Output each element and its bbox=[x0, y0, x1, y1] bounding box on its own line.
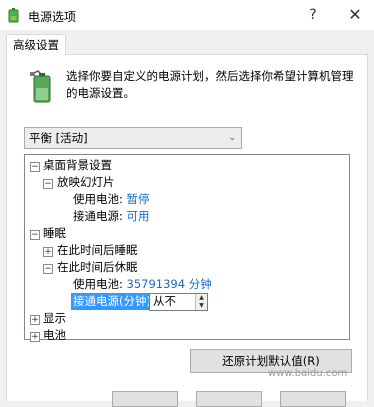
watermark: www.baidu.com bbox=[268, 368, 348, 379]
spinner-down-icon[interactable]: ▼ bbox=[195, 302, 207, 310]
collapse-icon[interactable]: − bbox=[43, 264, 53, 274]
chevron-down-icon: ⌄ bbox=[228, 133, 236, 143]
spinner-value[interactable]: 从不 bbox=[153, 294, 176, 309]
tree-item-sleep[interactable]: 睡眠 bbox=[43, 225, 66, 242]
title-bar: 电源选项 ? ✕ bbox=[0, 0, 374, 30]
tree-item-hibernate-after[interactable]: 在此时间后休眠 bbox=[57, 259, 138, 276]
hibernate-ac-spinner[interactable]: 从不 ▲ ▼ bbox=[149, 293, 208, 311]
cancel-button[interactable] bbox=[196, 391, 262, 407]
collapse-icon[interactable]: − bbox=[43, 179, 53, 189]
ok-button[interactable] bbox=[112, 391, 178, 407]
help-button[interactable]: ? bbox=[302, 4, 324, 26]
setting-label: 接通电源: bbox=[73, 209, 123, 223]
tree-item-display[interactable]: 显示 bbox=[43, 310, 66, 327]
setting-value-link[interactable]: 可用 bbox=[127, 209, 150, 223]
tree-item-slideshow[interactable]: 放映幻灯片 bbox=[57, 174, 115, 191]
tree-item-slideshow-ac[interactable]: 接通电源: 可用 bbox=[73, 208, 150, 225]
window-title: 电源选项 bbox=[28, 10, 77, 24]
collapse-icon[interactable]: − bbox=[30, 162, 40, 172]
selected-setting-label[interactable]: 接通电源(分钟): bbox=[71, 293, 157, 310]
power-plan-select[interactable]: 平衡 [活动] ⌄ bbox=[24, 127, 242, 149]
description-text: 选择你要自定义的电源计划，然后选择你希望计算机管理的电源设置。 bbox=[66, 69, 354, 100]
setting-label: 使用电池: bbox=[73, 192, 123, 206]
tree-item-sleep-after[interactable]: 在此时间后睡眠 bbox=[57, 242, 138, 259]
expand-icon[interactable]: + bbox=[30, 315, 40, 325]
expand-icon[interactable]: + bbox=[43, 247, 53, 257]
tab-advanced-settings[interactable]: 高级设置 bbox=[6, 34, 66, 55]
settings-tree[interactable]: − 桌面背景设置 − 放映幻灯片 使用电池: 暂停 接通电源: 可用 − 睡眠 … bbox=[24, 154, 350, 342]
tree-item-hibernate-battery[interactable]: 使用电池: 35791394 分钟 bbox=[73, 276, 212, 293]
close-button[interactable]: ✕ bbox=[344, 4, 366, 26]
apply-button[interactable] bbox=[280, 391, 346, 407]
tree-item-battery[interactable]: 电池 bbox=[43, 327, 66, 344]
battery-plug-icon bbox=[30, 70, 51, 103]
expand-icon[interactable]: + bbox=[30, 332, 40, 342]
tree-item-desktop-background[interactable]: 桌面背景设置 bbox=[43, 157, 112, 174]
setting-value-link[interactable]: 暂停 bbox=[127, 192, 150, 206]
setting-value-link[interactable]: 35791394 分钟 bbox=[127, 277, 212, 291]
setting-label: 使用电池: bbox=[73, 277, 123, 291]
power-options-icon bbox=[8, 8, 19, 23]
tree-item-slideshow-battery[interactable]: 使用电池: 暂停 bbox=[73, 191, 150, 208]
spinner-up-icon[interactable]: ▲ bbox=[195, 294, 207, 302]
power-plan-value: 平衡 [活动] bbox=[29, 131, 88, 145]
collapse-icon[interactable]: − bbox=[30, 230, 40, 240]
